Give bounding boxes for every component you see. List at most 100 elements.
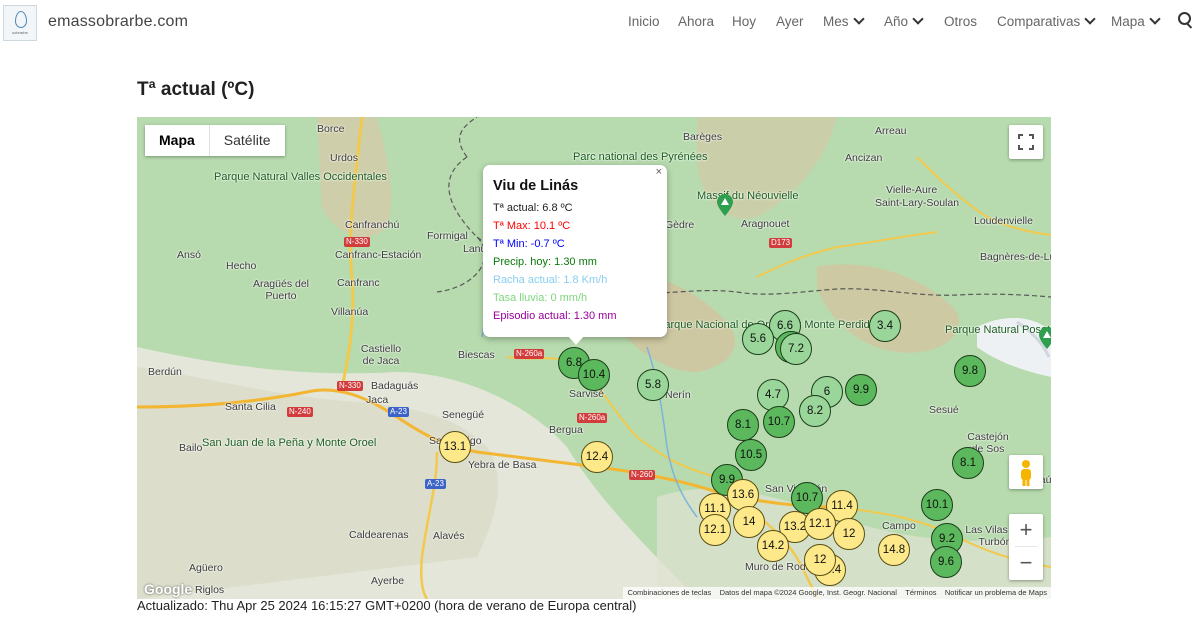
place-label: Sesué	[929, 404, 959, 416]
place-label: Aragnouet	[741, 218, 790, 230]
temperature-marker[interactable]: 10.5	[735, 439, 767, 471]
place-label: Arreau	[875, 125, 907, 137]
weather-map[interactable]: Borce Urdos Parque Natural Valles Occide…	[137, 117, 1051, 599]
report-problem-link[interactable]: Notificar un problema de Maps	[945, 588, 1047, 597]
site-title[interactable]: emassobrarbe.com	[48, 13, 188, 31]
map-attribution: Combinaciones de teclas Datos del mapa ©…	[623, 587, 1051, 599]
zoom-out-button[interactable]: −	[1009, 547, 1043, 579]
temperature-marker[interactable]: 10.1	[921, 489, 953, 521]
chevron-down-icon	[912, 13, 924, 25]
temperature-marker[interactable]: 8.2	[799, 395, 831, 427]
nav-item-label: Ayer	[776, 14, 804, 29]
chevron-down-icon	[1149, 13, 1161, 25]
chevron-down-icon	[1084, 13, 1096, 25]
place-label: Parque Natural Posets Maladeta	[945, 324, 1051, 336]
temperature-marker[interactable]: 5.6	[742, 323, 774, 355]
nav-item-label: Hoy	[732, 14, 757, 29]
nav-item-comparativas[interactable]: Comparativas	[997, 13, 1096, 29]
temperature-marker[interactable]: 12.4	[581, 441, 613, 473]
nav-item-label: Mapa	[1111, 14, 1145, 29]
place-label: Aragüés del Puerto	[252, 278, 310, 302]
top-navbar: sobrarbe emassobrarbe.com Inicio Ahora H…	[0, 0, 1200, 45]
place-label: Yebra de Basa	[468, 459, 537, 471]
road-label: N-330	[337, 381, 363, 391]
temperature-marker[interactable]: 10.7	[763, 406, 795, 438]
place-label: Saint-Lary-Soulan	[875, 197, 960, 209]
temperature-marker[interactable]: 12	[804, 544, 836, 576]
temperature-marker[interactable]: 13.1	[439, 431, 471, 463]
nav-item-label: Inicio	[628, 14, 660, 29]
logo-text: sobrarbe	[12, 30, 28, 35]
nav-item-inicio[interactable]: Inicio	[628, 14, 660, 29]
nav-item-label: Año	[884, 14, 909, 29]
place-label: Borce	[317, 123, 345, 135]
temperature-marker[interactable]: 12.1	[699, 514, 731, 546]
temperature-marker[interactable]: 12.1	[804, 508, 836, 540]
temperature-marker[interactable]: 14.2	[757, 530, 789, 562]
temperature-marker[interactable]: 14.8	[878, 534, 910, 566]
place-label: Loudenvielle	[974, 215, 1033, 227]
place-label: Alavés	[433, 530, 465, 542]
road-label: A-23	[388, 407, 409, 417]
close-icon[interactable]: ×	[656, 166, 662, 178]
nav-item-label: Mes	[823, 14, 849, 29]
chevron-down-icon	[852, 13, 865, 25]
place-label: Senegüé	[442, 409, 485, 421]
place-label: Castiello de Jaca	[360, 343, 402, 367]
place-label: Berdún	[148, 366, 182, 378]
street-view-button[interactable]	[1009, 455, 1043, 489]
place-label: Ansó	[177, 249, 201, 261]
drop-icon	[15, 11, 27, 28]
map-type-map-button[interactable]: Mapa	[145, 125, 209, 156]
zoom-in-button[interactable]: +	[1009, 514, 1043, 546]
popup-current-temp: Tª actual: 6.8 ºC	[493, 202, 573, 214]
temperature-marker[interactable]: 12	[833, 518, 865, 550]
temperature-marker[interactable]: 9.8	[954, 355, 986, 387]
site-logo[interactable]: sobrarbe	[3, 5, 37, 41]
temperature-marker[interactable]: 8.1	[727, 409, 759, 441]
road-label: D173	[769, 238, 793, 248]
place-label: Gèdre	[665, 219, 695, 231]
temperature-marker[interactable]: 3.4	[869, 310, 901, 342]
fullscreen-button[interactable]	[1009, 125, 1043, 159]
popup-max-temp: Tª Max: 10.1 ºC	[493, 220, 571, 232]
place-label: Nerín	[665, 389, 691, 401]
temperature-marker[interactable]: 14	[733, 506, 765, 538]
temperature-marker[interactable]: 9.9	[845, 374, 877, 406]
search-icon[interactable]	[1178, 12, 1193, 30]
popup-current-episode: Episodio actual: 1.30 mm	[493, 310, 617, 322]
nav-item-ahora[interactable]: Ahora	[678, 14, 714, 29]
station-info-window: × Viu de Linás Tª actual: 6.8 ºC Tª Max:…	[483, 165, 667, 345]
nav-item-mes[interactable]: Mes	[823, 13, 865, 29]
place-label: Bergua	[549, 424, 583, 436]
nav-item-mapa[interactable]: Mapa	[1111, 13, 1161, 29]
temperature-marker[interactable]: 9.6	[930, 546, 962, 578]
terms-link[interactable]: Términos	[905, 588, 936, 597]
nav-item-otros[interactable]: Otros	[944, 14, 977, 29]
park-pin-icon	[1039, 327, 1051, 349]
last-updated-text: Actualizado: Thu Apr 25 2024 16:15:27 GM…	[137, 598, 637, 613]
map-type-satellite-button[interactable]: Satélite	[209, 125, 285, 156]
nav-item-ayer[interactable]: Ayer	[776, 14, 804, 29]
place-label: San Juan de la Peña y Monte Oroel	[202, 437, 377, 449]
road-label: N-240	[287, 407, 313, 417]
place-label: Riglos	[195, 584, 225, 596]
place-label: Parque Nacional de Ordesa y Monte Perdid…	[657, 319, 876, 331]
road-label: N-260	[629, 470, 655, 480]
temperature-marker[interactable]: 10.4	[578, 359, 610, 391]
nav-item-ano[interactable]: Año	[884, 13, 924, 29]
temperature-marker[interactable]: 7.2	[780, 333, 812, 365]
popup-min-temp: Tª Min: -0.7 ºC	[493, 238, 565, 250]
popup-precip-today: Precip. hoy: 1.30 mm	[493, 256, 597, 268]
place-label: Parque Natural Valles Occidentales	[214, 171, 387, 183]
place-label: Vielle-Aure	[886, 184, 938, 196]
google-logo[interactable]: Google	[144, 581, 192, 597]
nav-item-hoy[interactable]: Hoy	[732, 14, 756, 29]
road-label: A-23	[425, 479, 446, 489]
place-label: Massif du Néouvielle	[697, 190, 799, 202]
temperature-marker[interactable]: 8.1	[952, 447, 984, 479]
temperature-marker[interactable]: 5.8	[637, 369, 669, 401]
page-title: Tª actual (ºC)	[137, 79, 255, 100]
place-label: Hecho	[226, 260, 257, 272]
keyboard-shortcuts-link[interactable]: Combinaciones de teclas	[627, 588, 711, 597]
